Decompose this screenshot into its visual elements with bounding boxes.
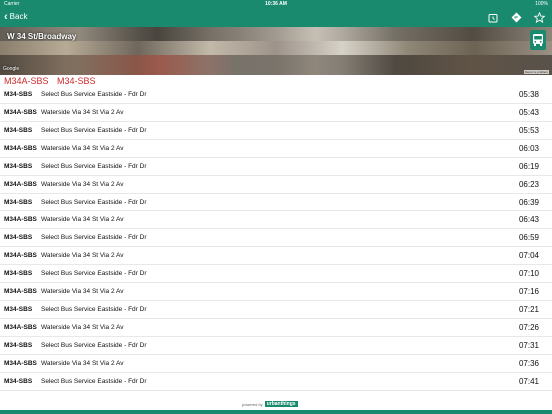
departure-row[interactable]: M34-SBS Select Bus Service Eastside - Fdr…	[0, 229, 552, 248]
departure-time: 06:59	[518, 233, 539, 243]
back-button[interactable]: ‹ Back	[4, 10, 28, 23]
departure-row[interactable]: M34-SBS Select Bus Service Eastside - Fdr…	[0, 337, 552, 355]
route-code: M34-SBS	[4, 91, 33, 98]
route-code: M34-SBS	[4, 341, 33, 349]
powered-by: powered by urbanthings	[242, 401, 298, 407]
clock: 10:36 AM	[265, 1, 287, 7]
route-code: M34A-SBS	[4, 252, 37, 260]
nav-bar: ‹ Back	[0, 8, 552, 27]
destination: Waterside Via 34 St Via 2 Av	[41, 252, 124, 260]
departure-row[interactable]: M34-SBS Select Bus Service Eastside - Fdr…	[0, 301, 552, 319]
departure-row[interactable]: M34-SBS Select Bus Service Eastside - Fdr…	[0, 194, 552, 212]
route-code: M34A-SBS	[4, 108, 37, 116]
stop-name: W 34 St/Broadway	[7, 32, 77, 41]
route-code: M34-SBS	[4, 306, 33, 314]
destination: Select Bus Service Eastside - Fdr Dr	[41, 270, 147, 278]
star-icon[interactable]	[532, 11, 546, 24]
battery-indicator: 100%	[535, 1, 548, 7]
departure-time: 07:31	[518, 340, 539, 350]
footer: powered by urbanthings	[0, 398, 552, 414]
departure-row[interactable]: M34A-SBS Waterside Via 34 St Via 2 Av 06:2…	[0, 176, 552, 194]
departure-time: 05:53	[518, 125, 539, 135]
departure-time: 07:41	[518, 376, 539, 386]
destination: Select Bus Service Eastside - Fdr Dr	[41, 234, 147, 242]
destination: Select Bus Service Eastside - Fdr Dr	[41, 162, 147, 170]
departure-time: 06:19	[518, 161, 539, 171]
departure-time: 07:04	[518, 251, 539, 261]
street-view-image[interactable]: W 34 St/Broadway Google Report a problem	[0, 27, 552, 75]
nav-actions	[486, 11, 546, 24]
departure-row[interactable]: M34A-SBS Waterside Via 34 St Via 2 Av 07:1…	[0, 283, 552, 302]
departure-row[interactable]: M34-SBS Select Bus Service Eastside - Fdr…	[0, 373, 552, 391]
destination: Select Bus Service Eastside - Fdr Dr	[41, 91, 147, 98]
departure-time: 07:36	[518, 358, 539, 368]
departure-time: 05:38	[518, 90, 539, 99]
destination: Waterside Via 34 St Via 2 Av	[41, 359, 124, 367]
route-code: M34-SBS	[4, 198, 33, 206]
route-label[interactable]: M34-SBS	[57, 76, 96, 86]
departure-time: 06:39	[518, 197, 539, 207]
departure-row[interactable]: M34A-SBS Waterside Via 34 St Via 2 Av 07:0…	[0, 247, 552, 266]
destination: Waterside Via 34 St Via 2 Av	[41, 180, 124, 188]
departure-row[interactable]: M34A-SBS Waterside Via 34 St Via 2 Av 06:4…	[0, 211, 552, 230]
destination: Waterside Via 34 St Via 2 Av	[41, 216, 124, 224]
departure-row[interactable]: M34A-SBS Waterside Via 34 St Via 2 Av 05:4…	[0, 104, 552, 122]
destination: Select Bus Service Eastside - Fdr Dr	[41, 341, 147, 349]
route-code: M34-SBS	[4, 270, 33, 278]
departure-row[interactable]: M34-SBS Select Bus Service Eastside - Fdr…	[0, 158, 552, 176]
destination: Waterside Via 34 St Via 2 Av	[41, 288, 124, 296]
street-view-background-lower	[0, 55, 552, 75]
street-view-background-upper	[0, 27, 552, 41]
route-code: M34A-SBS	[4, 180, 37, 188]
route-code: M34-SBS	[4, 126, 33, 134]
departure-row[interactable]: M34-SBS Select Bus Service Eastside - Fdr…	[0, 122, 552, 140]
back-label: Back	[9, 12, 28, 21]
departure-time: 06:03	[518, 143, 539, 153]
destination: Waterside Via 34 St Via 2 Av	[41, 108, 124, 116]
route-code: M34A-SBS	[4, 144, 37, 152]
powered-by-label: powered by	[242, 401, 263, 407]
destination: Select Bus Service Eastside - Fdr Dr	[41, 377, 147, 385]
destination: Select Bus Service Eastside - Fdr Dr	[41, 306, 147, 314]
bus-icon	[530, 30, 546, 50]
destination: Waterside Via 34 St Via 2 Av	[41, 323, 124, 331]
route-label[interactable]: M34A-SBS	[4, 76, 49, 86]
route-code: M34A-SBS	[4, 323, 37, 331]
destination: Select Bus Service Eastside - Fdr Dr	[41, 198, 147, 206]
brand-logo: urbanthings	[264, 401, 298, 407]
route-code: M34-SBS	[4, 162, 33, 170]
departure-row[interactable]: M34A-SBS Waterside Via 34 St Via 2 Av 07:2…	[0, 319, 552, 337]
footer-bar	[0, 410, 552, 414]
destination: Select Bus Service Eastside - Fdr Dr	[41, 126, 147, 134]
departure-row[interactable]: M34A-SBS Waterside Via 34 St Via 2 Av 06:0…	[0, 140, 552, 158]
route-code: M34A-SBS	[4, 359, 37, 367]
departure-time: 05:43	[518, 107, 539, 117]
directions-icon[interactable]	[509, 11, 523, 24]
departure-time: 07:26	[518, 322, 539, 332]
route-code: M34-SBS	[4, 234, 33, 242]
status-bar: Carrier 10:36 AM 100%	[0, 0, 552, 8]
route-code: M34-SBS	[4, 377, 33, 385]
departure-time: 07:21	[518, 305, 539, 315]
departure-row[interactable]: M34-SBS Select Bus Service Eastside - Fdr…	[0, 86, 552, 104]
departure-time: 06:23	[518, 179, 539, 189]
report-problem-link[interactable]: Report a problem	[523, 70, 549, 74]
route-code: M34A-SBS	[4, 288, 37, 296]
destination: Waterside Via 34 St Via 2 Av	[41, 144, 124, 152]
departure-row[interactable]: M34A-SBS Waterside Via 34 St Via 2 Av 07:3…	[0, 355, 552, 373]
departure-time: 07:16	[518, 287, 539, 297]
alarm-icon[interactable]	[486, 11, 500, 24]
chevron-left-icon: ‹	[4, 10, 8, 23]
departure-time: 07:10	[518, 269, 539, 279]
departure-list: M34-SBS Select Bus Service Eastside - Fdr…	[0, 86, 552, 398]
departure-row[interactable]: M34-SBS Select Bus Service Eastside - Fdr…	[0, 265, 552, 284]
departure-time: 06:43	[518, 215, 539, 225]
google-attribution: Google	[3, 66, 20, 72]
route-code: M34A-SBS	[4, 216, 37, 224]
routes-serving-stop: M34A-SBS M34-SBS	[4, 76, 102, 86]
